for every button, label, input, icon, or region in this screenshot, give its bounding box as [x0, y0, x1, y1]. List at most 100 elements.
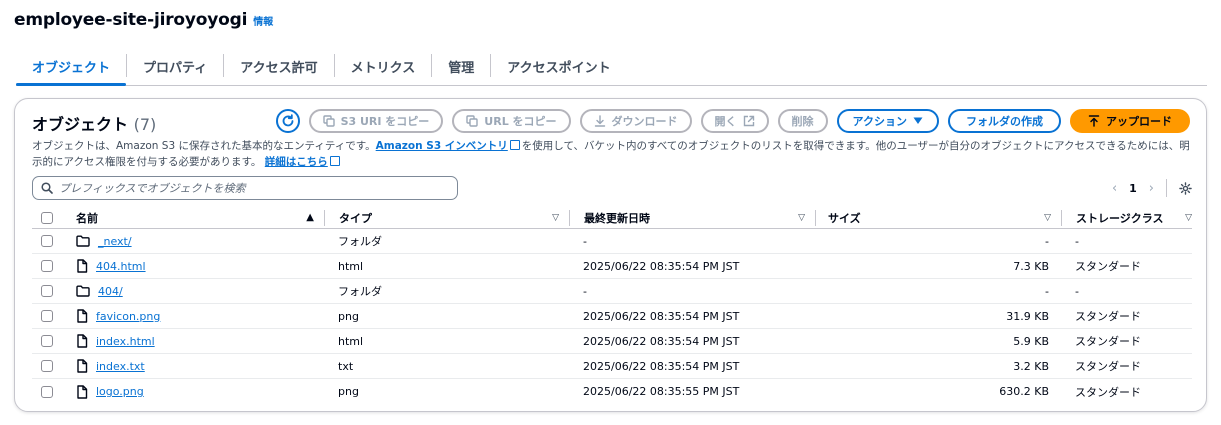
pager-divider [1166, 179, 1167, 197]
row-type: html [338, 259, 364, 273]
refresh-button[interactable] [275, 109, 300, 133]
row-checkbox[interactable] [41, 310, 53, 322]
pagination: ‹ 1 › [1112, 179, 1192, 197]
tab-properties[interactable]: プロパティ [127, 48, 223, 85]
row-modified: - [583, 284, 587, 298]
object-link[interactable]: favicon.png [96, 310, 160, 323]
row-select-cell [32, 235, 60, 247]
description-text: オブジェクトは、Amazon S3 に保存された基本的なエンティティです。 [32, 140, 376, 152]
search-icon [41, 182, 53, 194]
row-modified: 2025/06/22 08:35:54 PM JST [583, 359, 740, 373]
object-link[interactable]: 404/ [98, 285, 123, 298]
caret-down-icon [913, 117, 923, 124]
folder-icon [76, 235, 90, 247]
page-header: employee-site-jiroyoyogi 情報 [14, 10, 273, 30]
download-label: ダウンロード [611, 115, 678, 128]
tab-permissions[interactable]: アクセス許可 [224, 48, 333, 85]
object-link[interactable]: index.html [96, 335, 155, 348]
table-row[interactable]: _next/ フォルダ - - - [32, 229, 1192, 254]
row-name-cell: favicon.png [60, 309, 324, 323]
row-checkbox[interactable] [41, 385, 53, 398]
open-button[interactable]: 開く [700, 109, 769, 133]
create-folder-label: フォルダの作成 [966, 115, 1043, 128]
panel-description: オブジェクトは、Amazon S3 に保存された基本的なエンティティです。Ama… [32, 138, 1198, 170]
column-size-label: サイズ [828, 211, 861, 225]
table-row[interactable]: logo.png png 2025/06/22 08:35:55 PM JST … [32, 379, 1192, 404]
sort-icon: ▽ [552, 212, 559, 223]
file-icon [76, 384, 88, 399]
copy-s3-uri-button[interactable]: S3 URI をコピー [308, 109, 444, 133]
tab-access-points[interactable]: アクセスポイント [491, 48, 626, 85]
column-modified[interactable]: 最終更新日時 ▽ [569, 209, 815, 226]
inventory-link[interactable]: Amazon S3 インベントリ [376, 140, 508, 152]
objects-table: 名前 ▲ タイプ ▽ 最終更新日時 ▽ サイズ ▽ ストレージクラス ▽ _ne… [32, 207, 1192, 404]
object-link[interactable]: index.txt [96, 360, 145, 373]
row-size: - [1045, 284, 1049, 298]
next-page-icon[interactable]: › [1149, 181, 1154, 196]
download-button[interactable]: ダウンロード [579, 109, 692, 133]
row-storage-class: スタンダード [1075, 310, 1141, 323]
external-link-icon [743, 115, 754, 127]
row-checkbox[interactable] [41, 360, 53, 372]
current-page[interactable]: 1 [1129, 182, 1137, 195]
table-row[interactable]: favicon.png png 2025/06/22 08:35:54 PM J… [32, 304, 1192, 329]
row-select-cell [32, 310, 60, 322]
copy-url-button[interactable]: URL をコピー [452, 109, 571, 133]
sort-icon: ▽ [1185, 212, 1192, 223]
tab-metrics[interactable]: メトリクス [335, 48, 432, 85]
table-row[interactable]: 404/ フォルダ - - - [32, 279, 1192, 304]
row-checkbox[interactable] [41, 235, 53, 247]
external-link-icon [329, 156, 340, 166]
row-name: 404/ [76, 285, 123, 298]
delete-button[interactable]: 削除 [777, 109, 828, 133]
table-row[interactable]: index.html html 2025/06/22 08:35:54 PM J… [32, 329, 1192, 354]
search-input[interactable] [59, 181, 439, 195]
row-select-cell [32, 385, 60, 398]
row-name-cell: index.txt [60, 359, 324, 373]
row-storage-class: - [1075, 284, 1079, 298]
panel-title-text: オブジェクト [32, 115, 129, 134]
copy-s3-uri-label: S3 URI をコピー [340, 115, 430, 128]
info-link[interactable]: 情報 [253, 13, 273, 28]
gear-icon[interactable] [1179, 181, 1192, 195]
actions-label: アクション [852, 115, 907, 128]
tab-management[interactable]: 管理 [432, 48, 490, 85]
column-storage-class[interactable]: ストレージクラス ▽ [1061, 209, 1192, 226]
row-checkbox[interactable] [41, 335, 53, 347]
row-storage-class: スタンダード [1075, 260, 1141, 273]
row-select-cell [32, 360, 60, 372]
upload-button[interactable]: アップロード [1070, 109, 1190, 133]
column-size[interactable]: サイズ ▽ [815, 209, 1061, 226]
row-checkbox[interactable] [41, 285, 53, 297]
toolbar: S3 URI をコピー URL をコピー ダウンロード 開く 削除 アクション … [275, 109, 1190, 133]
select-all-checkbox[interactable] [41, 211, 53, 224]
file-icon [76, 259, 88, 273]
table-row[interactable]: index.txt txt 2025/06/22 08:35:54 PM JST… [32, 354, 1192, 379]
row-type: png [338, 385, 359, 398]
object-link[interactable]: _next/ [98, 235, 132, 248]
learn-more-link[interactable]: 詳細はこちら [265, 156, 328, 168]
folder-icon [76, 285, 90, 297]
row-checkbox[interactable] [41, 260, 53, 272]
object-link[interactable]: 404.html [96, 260, 146, 273]
table-row[interactable]: 404.html html 2025/06/22 08:35:54 PM JST… [32, 254, 1192, 279]
row-type: フォルダ [338, 285, 382, 298]
object-link[interactable]: logo.png [96, 385, 144, 398]
previous-page-icon[interactable]: ‹ [1112, 181, 1117, 196]
download-icon [594, 115, 605, 127]
row-size: 3.2 KB [1013, 359, 1049, 373]
row-modified: - [583, 234, 587, 248]
open-label: 開く [714, 115, 737, 128]
column-name[interactable]: 名前 ▲ [60, 210, 324, 226]
row-type: フォルダ [338, 235, 382, 248]
objects-panel: オブジェクト (7) S3 URI をコピー URL をコピー ダウンロード 開… [14, 98, 1207, 412]
file-icon [76, 359, 88, 373]
row-name-cell: 404/ [60, 285, 324, 298]
actions-button[interactable]: アクション [836, 109, 939, 133]
row-modified: 2025/06/22 08:35:54 PM JST [583, 309, 740, 323]
row-select-cell [32, 285, 60, 297]
column-type[interactable]: タイプ ▽ [324, 209, 569, 226]
row-modified: 2025/06/22 08:35:54 PM JST [583, 259, 740, 273]
create-folder-button[interactable]: フォルダの作成 [948, 109, 1061, 133]
tab-objects[interactable]: オブジェクト [16, 48, 127, 86]
